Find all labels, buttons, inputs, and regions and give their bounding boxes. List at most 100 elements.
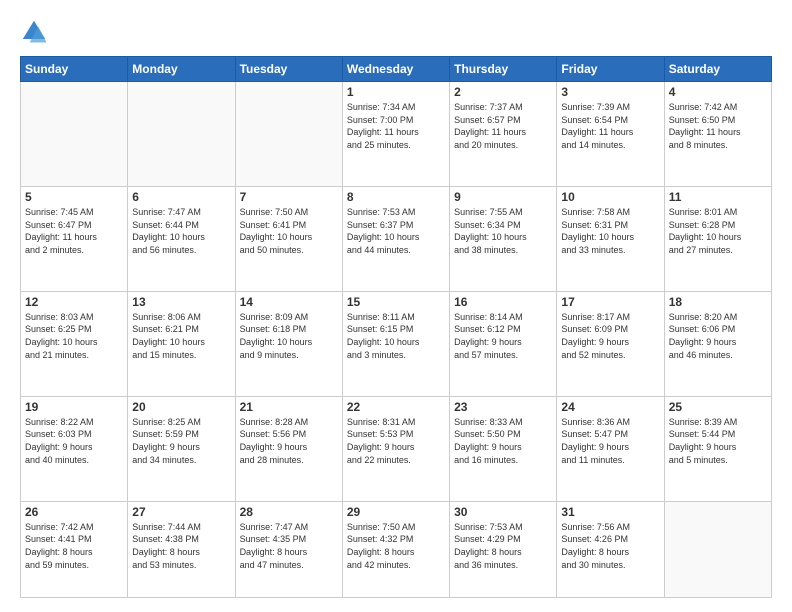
day-number: 3 [561, 85, 659, 99]
day-info: Sunrise: 8:03 AM Sunset: 6:25 PM Dayligh… [25, 311, 123, 361]
day-number: 26 [25, 505, 123, 519]
day-info: Sunrise: 7:56 AM Sunset: 4:26 PM Dayligh… [561, 521, 659, 571]
day-number: 9 [454, 190, 552, 204]
calendar-cell: 19 Sunrise: 8:22 AM Sunset: 6:03 PM Dayli… [21, 396, 128, 501]
calendar-week-2: 5Sunrise: 7:45 AM Sunset: 6:47 PM Daylig… [21, 186, 772, 291]
calendar-cell: 28 Sunrise: 7:47 AM Sunset: 4:35 PM Dayli… [235, 501, 342, 597]
day-number: 30 [454, 505, 552, 519]
calendar-cell: 22 Sunrise: 8:31 AM Sunset: 5:53 PM Dayli… [342, 396, 449, 501]
day-info: Sunrise: 8:28 AM Sunset: 5:56 PM Dayligh… [240, 416, 338, 466]
day-info: Sunrise: 8:14 AM Sunset: 6:12 PM Dayligh… [454, 311, 552, 361]
calendar-cell: 17 Sunrise: 8:17 AM Sunset: 6:09 PM Dayli… [557, 291, 664, 396]
day-number: 27 [132, 505, 230, 519]
calendar-cell [128, 82, 235, 187]
day-info: Sunrise: 8:01 AM Sunset: 6:28 PM Dayligh… [669, 206, 767, 256]
day-number: 8 [347, 190, 445, 204]
day-number: 28 [240, 505, 338, 519]
day-number: 18 [669, 295, 767, 309]
day-info: Sunrise: 7:47 AM Sunset: 6:44 PM Dayligh… [132, 206, 230, 256]
day-info: Sunrise: 7:42 AM Sunset: 4:41 PM Dayligh… [25, 521, 123, 571]
page: SundayMondayTuesdayWednesdayThursdayFrid… [0, 0, 792, 612]
day-info: Sunrise: 7:55 AM Sunset: 6:34 PM Dayligh… [454, 206, 552, 256]
day-number: 15 [347, 295, 445, 309]
weekday-header-sunday: Sunday [21, 57, 128, 82]
day-info: Sunrise: 7:42 AM Sunset: 6:50 PM Dayligh… [669, 101, 767, 151]
calendar-cell: 29 Sunrise: 7:50 AM Sunset: 4:32 PM Dayli… [342, 501, 449, 597]
day-number: 23 [454, 400, 552, 414]
calendar-cell: 1 Sunrise: 7:34 AM Sunset: 7:00 PM Daylig… [342, 82, 449, 187]
day-info: Sunrise: 8:31 AM Sunset: 5:53 PM Dayligh… [347, 416, 445, 466]
calendar-cell: 9 Sunrise: 7:55 AM Sunset: 6:34 PM Daylig… [450, 186, 557, 291]
day-info: Sunrise: 8:25 AM Sunset: 5:59 PM Dayligh… [132, 416, 230, 466]
day-number: 1 [347, 85, 445, 99]
day-info: Sunrise: 7:34 AM Sunset: 7:00 PM Dayligh… [347, 101, 445, 151]
weekday-header-friday: Friday [557, 57, 664, 82]
calendar-cell: 10 Sunrise: 7:58 AM Sunset: 6:31 PM Dayli… [557, 186, 664, 291]
calendar-cell: 25Sunrise: 8:39 AM Sunset: 5:44 PM Dayli… [664, 396, 771, 501]
calendar-week-4: 19 Sunrise: 8:22 AM Sunset: 6:03 PM Dayli… [21, 396, 772, 501]
weekday-header-thursday: Thursday [450, 57, 557, 82]
day-info: Sunrise: 8:17 AM Sunset: 6:09 PM Dayligh… [561, 311, 659, 361]
calendar-week-5: 26 Sunrise: 7:42 AM Sunset: 4:41 PM Dayli… [21, 501, 772, 597]
calendar-cell [235, 82, 342, 187]
header [20, 18, 772, 46]
day-info: Sunrise: 7:50 AM Sunset: 4:32 PM Dayligh… [347, 521, 445, 571]
day-number: 7 [240, 190, 338, 204]
day-number: 29 [347, 505, 445, 519]
calendar-cell: 31 Sunrise: 7:56 AM Sunset: 4:26 PM Dayli… [557, 501, 664, 597]
day-number: 20 [132, 400, 230, 414]
calendar-cell: 18 Sunrise: 8:20 AM Sunset: 6:06 PM Dayli… [664, 291, 771, 396]
calendar-cell: 4 Sunrise: 7:42 AM Sunset: 6:50 PM Daylig… [664, 82, 771, 187]
calendar-cell: 14Sunrise: 8:09 AM Sunset: 6:18 PM Dayli… [235, 291, 342, 396]
calendar-cell: 2Sunrise: 7:37 AM Sunset: 6:57 PM Daylig… [450, 82, 557, 187]
day-number: 13 [132, 295, 230, 309]
day-info: Sunrise: 8:11 AM Sunset: 6:15 PM Dayligh… [347, 311, 445, 361]
day-info: Sunrise: 8:09 AM Sunset: 6:18 PM Dayligh… [240, 311, 338, 361]
calendar-cell [664, 501, 771, 597]
day-number: 11 [669, 190, 767, 204]
day-number: 24 [561, 400, 659, 414]
day-info: Sunrise: 8:06 AM Sunset: 6:21 PM Dayligh… [132, 311, 230, 361]
calendar-cell: 13 Sunrise: 8:06 AM Sunset: 6:21 PM Dayli… [128, 291, 235, 396]
calendar-cell: 24 Sunrise: 8:36 AM Sunset: 5:47 PM Dayli… [557, 396, 664, 501]
day-info: Sunrise: 7:53 AM Sunset: 4:29 PM Dayligh… [454, 521, 552, 571]
day-number: 10 [561, 190, 659, 204]
calendar-cell: 15 Sunrise: 8:11 AM Sunset: 6:15 PM Dayli… [342, 291, 449, 396]
day-info: Sunrise: 7:45 AM Sunset: 6:47 PM Dayligh… [25, 206, 123, 256]
weekday-header-row: SundayMondayTuesdayWednesdayThursdayFrid… [21, 57, 772, 82]
day-info: Sunrise: 7:39 AM Sunset: 6:54 PM Dayligh… [561, 101, 659, 151]
calendar-week-3: 12 Sunrise: 8:03 AM Sunset: 6:25 PM Dayli… [21, 291, 772, 396]
day-number: 12 [25, 295, 123, 309]
calendar-cell: 16 Sunrise: 8:14 AM Sunset: 6:12 PM Dayli… [450, 291, 557, 396]
day-number: 19 [25, 400, 123, 414]
calendar-cell [21, 82, 128, 187]
calendar-cell: 8 Sunrise: 7:53 AM Sunset: 6:37 PM Daylig… [342, 186, 449, 291]
day-number: 6 [132, 190, 230, 204]
calendar-cell: 30 Sunrise: 7:53 AM Sunset: 4:29 PM Dayli… [450, 501, 557, 597]
weekday-header-monday: Monday [128, 57, 235, 82]
calendar-cell: 11 Sunrise: 8:01 AM Sunset: 6:28 PM Dayli… [664, 186, 771, 291]
weekday-header-tuesday: Tuesday [235, 57, 342, 82]
calendar-cell: 5Sunrise: 7:45 AM Sunset: 6:47 PM Daylig… [21, 186, 128, 291]
day-info: Sunrise: 7:58 AM Sunset: 6:31 PM Dayligh… [561, 206, 659, 256]
day-info: Sunrise: 8:33 AM Sunset: 5:50 PM Dayligh… [454, 416, 552, 466]
day-info: Sunrise: 8:39 AM Sunset: 5:44 PM Dayligh… [669, 416, 767, 466]
calendar-week-1: 1 Sunrise: 7:34 AM Sunset: 7:00 PM Daylig… [21, 82, 772, 187]
day-number: 16 [454, 295, 552, 309]
calendar: SundayMondayTuesdayWednesdayThursdayFrid… [20, 56, 772, 598]
day-number: 31 [561, 505, 659, 519]
day-info: Sunrise: 7:47 AM Sunset: 4:35 PM Dayligh… [240, 521, 338, 571]
day-number: 22 [347, 400, 445, 414]
day-info: Sunrise: 7:53 AM Sunset: 6:37 PM Dayligh… [347, 206, 445, 256]
day-number: 17 [561, 295, 659, 309]
day-info: Sunrise: 8:20 AM Sunset: 6:06 PM Dayligh… [669, 311, 767, 361]
day-info: Sunrise: 8:22 AM Sunset: 6:03 PM Dayligh… [25, 416, 123, 466]
day-number: 4 [669, 85, 767, 99]
weekday-header-wednesday: Wednesday [342, 57, 449, 82]
day-number: 2 [454, 85, 552, 99]
calendar-cell: 3 Sunrise: 7:39 AM Sunset: 6:54 PM Daylig… [557, 82, 664, 187]
calendar-cell: 6 Sunrise: 7:47 AM Sunset: 6:44 PM Daylig… [128, 186, 235, 291]
day-info: Sunrise: 7:50 AM Sunset: 6:41 PM Dayligh… [240, 206, 338, 256]
day-info: Sunrise: 8:36 AM Sunset: 5:47 PM Dayligh… [561, 416, 659, 466]
calendar-cell: 26 Sunrise: 7:42 AM Sunset: 4:41 PM Dayli… [21, 501, 128, 597]
